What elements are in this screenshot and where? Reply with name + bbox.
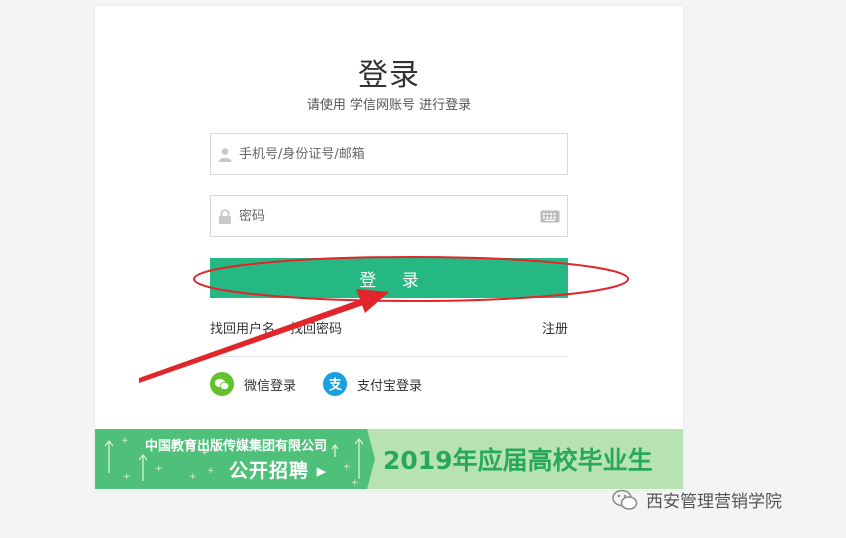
username-input[interactable] <box>239 134 567 174</box>
svg-text:+: + <box>121 436 129 446</box>
divider <box>210 356 568 357</box>
svg-text:+: + <box>155 464 163 474</box>
user-icon <box>211 134 239 174</box>
alipay-login-button[interactable]: 支付宝登录 <box>323 372 422 396</box>
username-field[interactable] <box>210 133 568 175</box>
password-input[interactable] <box>239 196 537 236</box>
banner-recruit: 公开招聘 ▸ <box>229 460 328 482</box>
alipay-icon <box>323 372 347 396</box>
watermark: 西安管理营销学院 <box>612 487 782 512</box>
register-link[interactable]: 注册 <box>542 318 568 337</box>
page-subtitle: 请使用 学信网账号 进行登录 <box>306 98 472 113</box>
login-button[interactable]: 登 录 <box>210 258 568 298</box>
banner-headline: 2019年应届高校毕业生 <box>383 446 653 475</box>
svg-text:+: + <box>351 478 359 488</box>
keyboard-icon[interactable] <box>537 196 563 236</box>
banner-company: 中国教育出版传媒集团有限公司 <box>145 439 328 454</box>
forgot-password-link[interactable]: 找回密码 <box>290 318 342 337</box>
password-field[interactable] <box>210 195 568 237</box>
wechat-login-label: 微信登录 <box>244 378 297 394</box>
forgot-username-link[interactable]: 找回用户名 <box>210 318 275 337</box>
alipay-login-label: 支付宝登录 <box>357 378 423 394</box>
wechat-watermark-icon <box>612 489 638 511</box>
svg-text:+: + <box>189 472 197 482</box>
watermark-text: 西安管理营销学院 <box>646 492 782 512</box>
page-title: 登录 <box>358 58 420 93</box>
svg-text:+: + <box>123 472 131 482</box>
recruitment-banner[interactable]: + + + + + + + + 中国教育出版传媒集团有限公司 公开招聘 ▸ 2019年应届… <box>95 429 683 489</box>
wechat-icon <box>210 372 234 396</box>
svg-text:+: + <box>343 462 351 472</box>
login-panel: 登录 请使用 学信网账号 进行登录 登 录 找回用户名 找回密码 注册 微信登录… <box>95 6 683 490</box>
svg-text:+: + <box>207 466 215 476</box>
lock-icon <box>211 196 239 236</box>
wechat-login-button[interactable]: 微信登录 <box>210 372 296 396</box>
